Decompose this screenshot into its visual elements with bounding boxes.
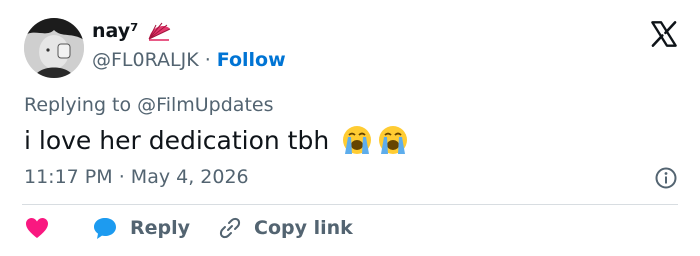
user-handle[interactable]: @FL0RALJK: [92, 49, 199, 71]
reply-bubble-icon: [94, 218, 116, 239]
replying-to-handle[interactable]: @FilmUpdates: [137, 94, 273, 116]
copy-link-label: Copy link: [254, 217, 353, 239]
avatar[interactable]: [24, 18, 84, 78]
follow-button[interactable]: Follow: [217, 49, 286, 71]
fan-icon: [149, 22, 171, 41]
tweet-time: 11:17 PM: [24, 166, 113, 188]
action-bar: Reply Copy link: [24, 216, 353, 240]
tweet-date: May 4, 2026: [130, 166, 249, 188]
reply-button[interactable]: Reply: [50, 216, 190, 240]
display-name[interactable]: nay⁷: [92, 20, 138, 42]
info-icon[interactable]: [654, 166, 678, 190]
x-logo-icon[interactable]: [650, 20, 678, 48]
date-separator: ·: [118, 166, 125, 188]
separator: ·: [204, 49, 211, 71]
divider: [22, 204, 678, 205]
loudly-crying-face-icon: [379, 126, 408, 154]
loudly-crying-face-icon: [343, 126, 372, 154]
copy-link-button[interactable]: Copy link: [190, 216, 353, 240]
link-icon: [219, 217, 241, 239]
timestamp[interactable]: 11:17 PM · May 4, 2026: [24, 166, 249, 188]
avatar-image: [24, 18, 84, 78]
reply-label: Reply: [130, 217, 191, 239]
replying-to-prefix: Replying to: [24, 94, 138, 116]
tweet-body: i love her dedication tbh: [24, 124, 409, 156]
like-heart-icon[interactable]: [24, 216, 50, 240]
tweet-text: i love her dedication tbh: [24, 125, 330, 155]
replying-to-line: Replying to @FilmUpdates: [24, 94, 273, 116]
